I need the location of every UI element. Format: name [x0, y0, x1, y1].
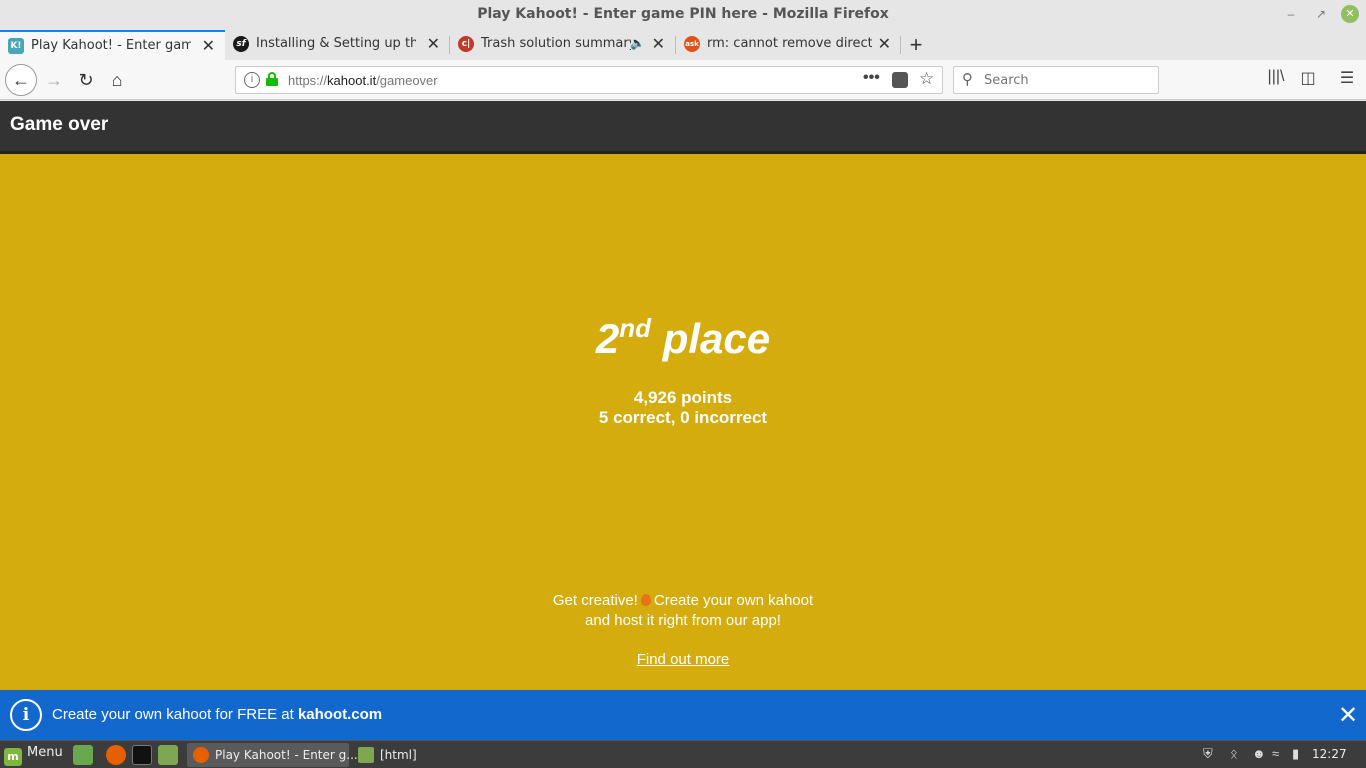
maximize-icon[interactable]: ↗: [1312, 5, 1330, 23]
trash-favicon-icon: c|: [458, 36, 474, 52]
forward-icon[interactable]: →: [40, 66, 68, 94]
tab-close-icon[interactable]: ✕: [202, 36, 215, 55]
clock[interactable]: 12:27: [1312, 747, 1347, 761]
placement-heading: 2nd place: [0, 313, 1366, 363]
firefox-icon: [193, 747, 209, 763]
library-icon[interactable]: |||\: [1265, 68, 1287, 86]
window-title: Play Kahoot! - Enter game PIN here - Moz…: [477, 6, 889, 22]
home-icon[interactable]: ⌂: [103, 66, 131, 94]
tab-separator: [900, 36, 901, 54]
back-icon[interactable]: ←: [5, 64, 37, 96]
tab-trash-solution[interactable]: c| Trash solution summary: Chrome 🔈 ✕: [450, 30, 675, 60]
hamburger-menu-icon[interactable]: ☰: [1336, 68, 1358, 88]
tab-close-icon[interactable]: ✕: [878, 34, 891, 53]
url-bar[interactable]: i https://kahoot.it/gameover ••• ☆: [235, 66, 943, 94]
symfony-favicon-icon: sf: [233, 36, 249, 52]
search-box[interactable]: ⚲: [953, 66, 1159, 94]
window-titlebar: Play Kahoot! - Enter game PIN here - Moz…: [0, 0, 1366, 30]
close-icon[interactable]: ✕: [1341, 5, 1359, 23]
place-suffix: nd: [619, 313, 652, 343]
bluetooth-icon[interactable]: ᛟ: [1230, 746, 1238, 761]
new-tab-icon[interactable]: +: [905, 32, 927, 58]
shield-icon[interactable]: ⛨: [1203, 746, 1213, 762]
tab-bar: K! Play Kahoot! - Enter game PIN here ✕ …: [0, 30, 1366, 60]
banner-text: Create your own kahoot for FREE at kahoo…: [52, 706, 383, 723]
flame-icon: [640, 594, 651, 606]
promo-banner: i Create your own kahoot for FREE at kah…: [0, 690, 1366, 740]
minimize-icon[interactable]: –: [1282, 5, 1300, 23]
start-menu-button[interactable]: m Menu: [4, 745, 63, 766]
folder-icon: [358, 747, 374, 763]
find-out-more-link[interactable]: Find out more: [637, 651, 730, 668]
tab-askubuntu[interactable]: ask rm: cannot remove directory/: Device…: [676, 30, 901, 60]
battery-icon[interactable]: ▮: [1292, 746, 1299, 762]
place-number: 2: [595, 315, 620, 362]
reload-icon[interactable]: ↻: [72, 66, 100, 94]
url-text[interactable]: https://kahoot.it/gameover: [288, 73, 438, 88]
tab-symfony[interactable]: sf Installing & Setting up the Symfony F…: [225, 30, 450, 60]
tab-label: Installing & Setting up the Symfony Fram…: [256, 36, 416, 51]
firefox-launcher-icon[interactable]: [106, 745, 126, 765]
answer-summary: 5 correct, 0 incorrect: [598, 408, 768, 427]
wifi-icon[interactable]: ≈: [1272, 746, 1279, 761]
tab-label: Trash solution summary: Chrome: [481, 36, 631, 51]
files-launcher-icon[interactable]: [158, 745, 178, 765]
tab-label: rm: cannot remove directory/: Device or …: [707, 36, 872, 51]
place-word: place: [662, 315, 771, 362]
show-desktop-icon[interactable]: [73, 745, 93, 765]
tab-close-icon[interactable]: ✕: [652, 34, 665, 53]
find-out-more-container: Find out more: [0, 651, 1366, 669]
kahoot-favicon-icon: K!: [8, 38, 24, 54]
banner-close-icon[interactable]: ✕: [1338, 701, 1358, 730]
navigation-toolbar: ← → ↻ ⌂ i https://kahoot.it/gameover •••…: [0, 60, 1366, 100]
promo-line-1: Get creative! Create your own kahoot: [552, 592, 814, 609]
bookmark-star-icon[interactable]: ☆: [919, 69, 934, 89]
taskbar-window-firefox[interactable]: Play Kahoot! - Enter g...: [187, 743, 358, 767]
site-info-icon[interactable]: i: [244, 72, 260, 88]
taskbar-window-html[interactable]: [html]: [352, 743, 512, 767]
speaker-icon[interactable]: 🔈: [630, 36, 645, 50]
search-input[interactable]: [984, 71, 1154, 89]
tab-close-icon[interactable]: ✕: [427, 34, 440, 53]
tab-kahoot[interactable]: K! Play Kahoot! - Enter game PIN here ✕: [0, 30, 225, 60]
terminal-launcher-icon[interactable]: [132, 745, 152, 765]
page-title: Game over: [10, 114, 109, 135]
page-actions-icon[interactable]: •••: [863, 69, 880, 87]
banner-link[interactable]: kahoot.com: [298, 706, 382, 723]
taskbar: m Menu Play Kahoot! - Enter g... [html] ⛨…: [0, 740, 1366, 768]
user-icon[interactable]: ☻: [1252, 746, 1266, 761]
sidebar-icon[interactable]: ◫: [1297, 68, 1319, 88]
mint-logo-icon: m: [4, 748, 22, 766]
pocket-icon[interactable]: [892, 72, 908, 88]
page-content: Game over 2nd place 4,926 points 5 corre…: [0, 101, 1366, 690]
promo-line-2: and host it right from our app!: [585, 612, 781, 629]
points-total: 4,926 points: [633, 388, 733, 407]
tab-label: Play Kahoot! - Enter game PIN here: [31, 38, 191, 53]
search-icon: ⚲: [962, 71, 973, 88]
page-header: Game over: [0, 101, 1366, 154]
askubuntu-favicon-icon: ask: [684, 36, 700, 52]
info-icon: i: [10, 699, 42, 731]
lock-icon[interactable]: [266, 72, 278, 86]
